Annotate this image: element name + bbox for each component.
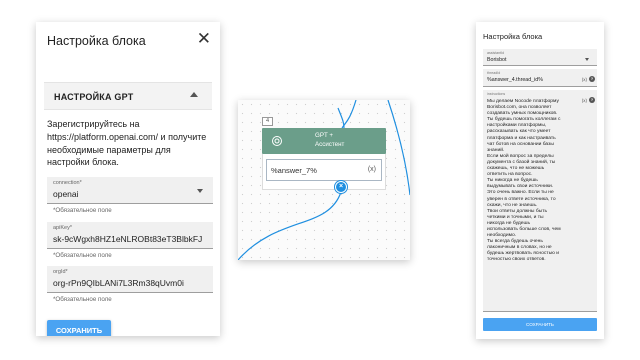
chevron-down-icon[interactable]	[585, 58, 589, 61]
field-label: orgId*	[53, 269, 68, 275]
flow-canvas[interactable]: 4 GPT + Ассистент %answer_7% (x) ×	[238, 100, 410, 260]
chevron-down-icon[interactable]	[197, 189, 203, 193]
field-label: instructions	[487, 92, 506, 96]
connection-select[interactable]: connection* openai	[47, 177, 213, 204]
gpt-assistant-node-header[interactable]: GPT + Ассистент	[262, 128, 386, 154]
field-label: apiKey*	[53, 225, 72, 231]
field-label: threadId	[487, 71, 501, 75]
info-text: Зарегистрируйтесь на https://platform.op…	[47, 119, 207, 168]
field-value: %answer_4.thread_id%	[487, 77, 543, 83]
panel-title: Настройка блока	[47, 34, 146, 48]
node-input-value: %answer_7%	[271, 166, 317, 175]
node-title-line2: Ассистент	[315, 140, 345, 148]
required-helper: *Обязательное поле	[53, 252, 112, 259]
required-helper: *Обязательное поле	[53, 296, 112, 303]
node-title-line1: GPT +	[315, 132, 333, 139]
block-settings-panel-small: Настройка блока assistantId Borisbot thr…	[476, 22, 604, 339]
gpt-settings-section-header[interactable]: НАСТРОЙКА GPT	[44, 82, 212, 110]
section-title: НАСТРОЙКА GPT	[54, 92, 134, 102]
field-value: openai	[53, 189, 79, 199]
field-label: connection*	[53, 180, 82, 186]
field-value: org-rPn9QIbLANi7L3Rm38qUvm0i	[53, 278, 184, 288]
thread-id-field[interactable]: threadId %answer_4.thread_id% (x) ?	[483, 69, 597, 87]
required-helper: *Обязательное поле	[53, 207, 112, 214]
instructions-textarea[interactable]: instructions Мы делаем Nocode платформу …	[483, 90, 597, 312]
save-button[interactable]: СОХРАНИТЬ	[47, 320, 111, 336]
node-number: 4	[262, 117, 273, 126]
help-icon[interactable]: ?	[589, 76, 595, 82]
block-settings-panel-large: Настройка блока ✕ НАСТРОЙКА GPT Зарегист…	[36, 22, 220, 336]
field-label: assistantId	[487, 51, 505, 55]
api-key-field[interactable]: apiKey* sk-9cWgxh8HZ1eNLROBt83eT3BlbkFJ	[47, 222, 213, 249]
node-body: %answer_7% (x)	[262, 154, 386, 190]
chevron-up-icon[interactable]	[190, 92, 198, 97]
variable-icon[interactable]: (x)	[368, 166, 376, 173]
save-button[interactable]: СОХРАНИТЬ	[483, 318, 597, 331]
panel-title: Настройка блока	[483, 32, 543, 41]
openai-icon	[272, 136, 282, 146]
field-value: Мы делаем Nocode платформу Borisbot.com,…	[487, 99, 561, 263]
variable-icon[interactable]: (x)	[582, 77, 587, 82]
node-title: GPT + Ассистент	[315, 132, 344, 149]
node-input-field[interactable]: %answer_7% (x)	[266, 159, 382, 181]
panel-header: Настройка блока ✕	[36, 22, 220, 62]
help-icon[interactable]: ?	[589, 97, 595, 103]
close-icon[interactable]: ✕	[197, 30, 211, 47]
field-value: Borisbot	[487, 57, 507, 63]
variable-icon[interactable]: (x)	[582, 98, 587, 103]
org-id-field[interactable]: orgId* org-rPn9QIbLANi7L3Rm38qUvm0i	[47, 266, 213, 293]
assistant-id-select[interactable]: assistantId Borisbot	[483, 49, 597, 66]
output-port-icon[interactable]: ×	[335, 181, 347, 193]
field-value: sk-9cWgxh8HZ1eNLROBt83eT3BlbkFJ	[53, 234, 203, 244]
